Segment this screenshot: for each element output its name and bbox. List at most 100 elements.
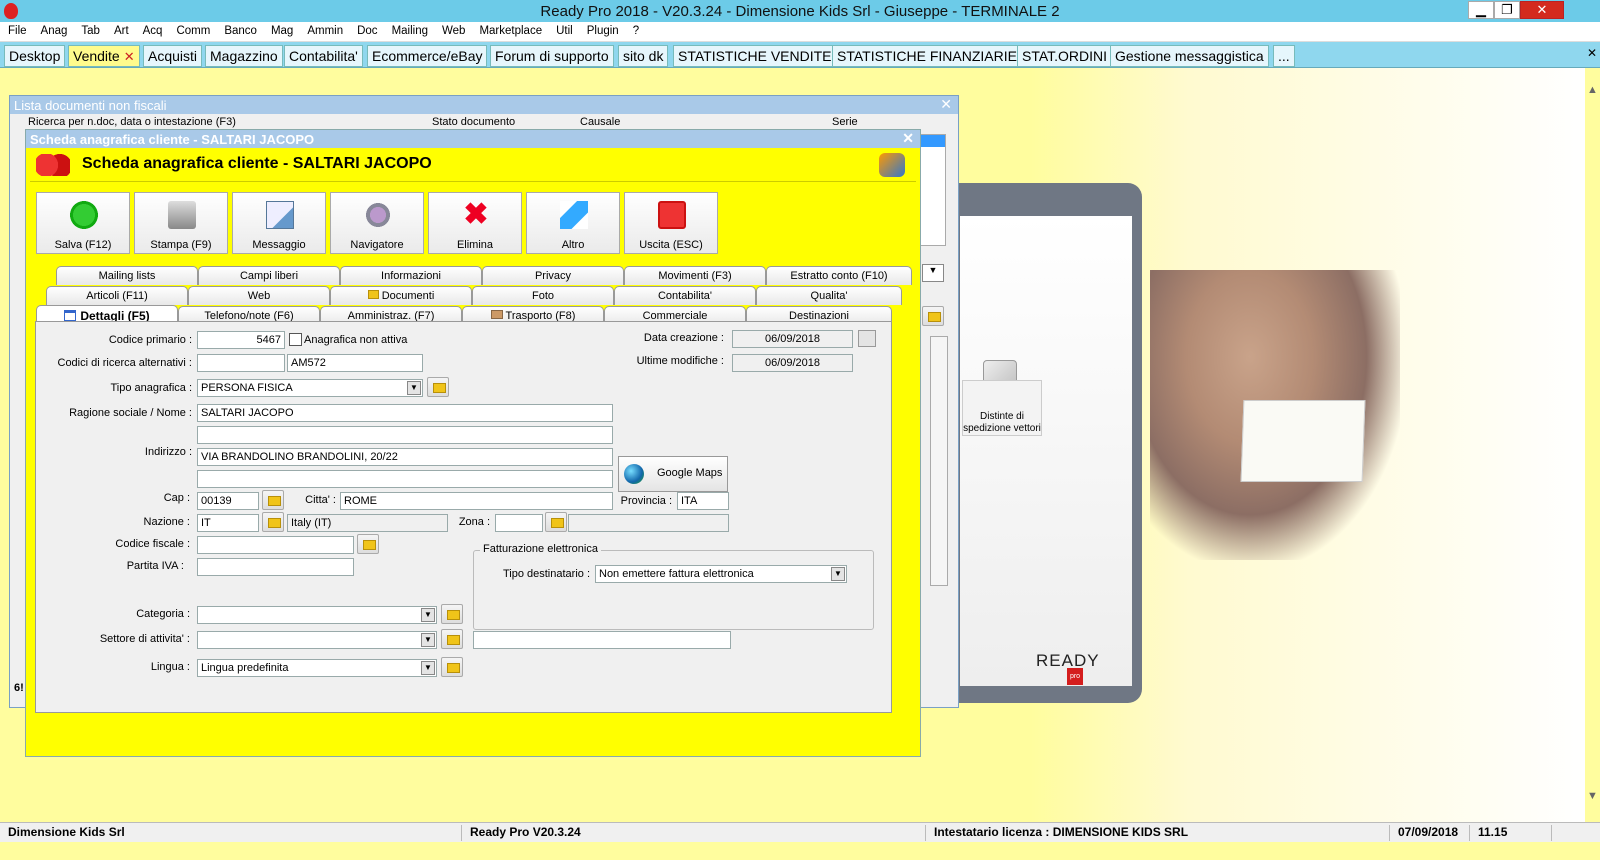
tab-ecommerce[interactable]: Ecommerce/eBay — [367, 45, 488, 67]
codice-alt-2-field[interactable]: AM572 — [287, 354, 423, 372]
chevron-down-icon[interactable]: ▼ — [421, 661, 435, 675]
indirizzo-field[interactable]: VIA BRANDOLINO BRANDOLINI, 20/22 — [197, 448, 613, 466]
elimina-button[interactable]: ✖ Elimina — [428, 192, 522, 254]
tab-magazzino[interactable]: Magazzino — [205, 45, 283, 67]
settore-description-field[interactable] — [473, 631, 731, 649]
partita-iva-field[interactable] — [197, 558, 354, 576]
tab-movimenti[interactable]: Movimenti (F3) — [624, 266, 766, 285]
menu-comm[interactable]: Comm — [168, 22, 216, 37]
scroll-up-icon[interactable]: ▲ — [1587, 84, 1598, 96]
menu-ammin[interactable]: Ammin — [299, 22, 349, 37]
nazione-field[interactable]: IT — [197, 514, 259, 532]
menu-help[interactable]: ? — [625, 22, 645, 37]
menu-util[interactable]: Util — [548, 22, 579, 37]
chevron-down-icon[interactable]: ▼ — [407, 381, 421, 395]
menu-mag[interactable]: Mag — [263, 22, 299, 37]
codice-primario-field[interactable]: 5467 — [197, 331, 285, 349]
lista-dropdown[interactable]: ▼ — [922, 264, 944, 282]
tab-informazioni[interactable]: Informazioni — [340, 266, 482, 285]
nazione-folder-icon[interactable] — [262, 512, 284, 532]
restore-button[interactable]: ❐ — [1494, 1, 1520, 19]
menu-mailing[interactable]: Mailing — [384, 22, 434, 37]
tab-stat-ordini[interactable]: STAT.ORDINI — [1017, 45, 1113, 67]
messaggio-button[interactable]: Messaggio — [232, 192, 326, 254]
menu-marketplace[interactable]: Marketplace — [471, 22, 548, 37]
tab-privacy[interactable]: Privacy — [482, 266, 624, 285]
lingua-folder-icon[interactable] — [441, 657, 463, 677]
tab-foto[interactable]: Foto — [472, 286, 614, 305]
scroll-down-icon[interactable]: ▼ — [1587, 790, 1598, 802]
menu-anag[interactable]: Anag — [33, 22, 74, 37]
tab-campi-liberi[interactable]: Campi liberi — [198, 266, 340, 285]
indirizzo-2-field[interactable] — [197, 470, 613, 488]
tab-forum[interactable]: Forum di supporto — [490, 45, 614, 67]
tab-more[interactable]: ... — [1273, 45, 1295, 67]
tab-articoli[interactable]: Articoli (F11) — [46, 286, 188, 305]
menu-doc[interactable]: Doc — [349, 22, 383, 37]
tab-contabilita-cliente[interactable]: Contabilita' — [614, 286, 756, 305]
google-maps-button[interactable]: Google Maps — [618, 456, 728, 492]
tab-contabilita[interactable]: Contabilita' — [284, 45, 363, 67]
tab-bar-close-icon[interactable]: ✕ — [1587, 46, 1597, 60]
zona-field[interactable] — [495, 514, 543, 532]
salva-button[interactable]: Salva (F12) — [36, 192, 130, 254]
stampa-button[interactable]: Stampa (F9) — [134, 192, 228, 254]
codice-fiscale-field[interactable] — [197, 536, 354, 554]
cap-folder-icon[interactable] — [262, 490, 284, 510]
settore-select[interactable]: ▼ — [197, 631, 437, 649]
tab-vendite[interactable]: Vendite ✕ — [68, 45, 140, 67]
menu-acq[interactable]: Acq — [135, 22, 169, 37]
zona-folder-icon[interactable] — [545, 512, 567, 532]
anagrafica-non-attiva-checkbox[interactable] — [289, 333, 302, 346]
lista-close-icon[interactable]: ✕ — [940, 96, 952, 113]
tab-web[interactable]: Web — [188, 286, 330, 305]
minimize-button[interactable]: ▁ — [1468, 1, 1494, 19]
users-icon[interactable] — [879, 153, 905, 177]
tipo-anagrafica-folder-icon[interactable] — [427, 377, 449, 397]
tab-sito-dk[interactable]: sito dk — [618, 45, 669, 67]
tab-statistiche-vendite[interactable]: STATISTICHE VENDITE — [673, 45, 837, 67]
codice-fiscale-folder-icon[interactable] — [357, 534, 379, 554]
categoria-select[interactable]: ▼ — [197, 606, 437, 624]
uscita-button[interactable]: Uscita (ESC) — [624, 192, 718, 254]
close-button[interactable]: ✕ — [1520, 1, 1564, 19]
tab-mailing-lists[interactable]: Mailing lists — [56, 266, 198, 285]
altro-button[interactable]: Altro — [526, 192, 620, 254]
cap-field[interactable]: 00139 — [197, 492, 259, 510]
tab-documenti[interactable]: Documenti — [330, 286, 472, 305]
menu-plugin[interactable]: Plugin — [579, 22, 625, 37]
tab-desktop[interactable]: Desktop — [4, 45, 66, 67]
lista-folder-icon[interactable] — [922, 306, 944, 326]
tab-estratto-conto[interactable]: Estratto conto (F10) — [766, 266, 912, 285]
tab-statistiche-finanziarie[interactable]: STATISTICHE FINANZIARIE — [832, 45, 1022, 67]
chevron-down-icon[interactable]: ▼ — [421, 633, 435, 647]
scheda-close-icon[interactable]: ✕ — [902, 130, 914, 147]
tab-close-icon[interactable]: ✕ — [124, 49, 135, 64]
settore-folder-icon[interactable] — [441, 629, 463, 649]
tab-gestione-messaggistica[interactable]: Gestione messaggistica — [1110, 45, 1269, 67]
menu-file[interactable]: File — [0, 22, 33, 37]
chevron-down-icon[interactable]: ▼ — [421, 608, 435, 622]
ragione-sociale-field[interactable]: SALTARI JACOPO — [197, 404, 613, 422]
citta-field[interactable]: ROME — [340, 492, 613, 510]
tab-qualita[interactable]: Qualita' — [756, 286, 902, 305]
tab-acquisti[interactable]: Acquisti — [143, 45, 203, 67]
menu-web[interactable]: Web — [434, 22, 471, 37]
lista-scrollbar[interactable] — [930, 336, 948, 586]
menu-tab[interactable]: Tab — [73, 22, 106, 37]
menu-art[interactable]: Art — [106, 22, 135, 37]
ragione-sociale-2-field[interactable] — [197, 426, 613, 444]
menu-banco[interactable]: Banco — [216, 22, 263, 37]
calendar-icon[interactable] — [858, 330, 876, 347]
distinte-spedizione-button[interactable]: Distinte di spedizione vettori — [962, 380, 1042, 436]
lingua-select[interactable]: Lingua predefinita ▼ — [197, 659, 437, 677]
status-date: 07/09/2018 — [1392, 825, 1470, 841]
tipo-destinatario-select[interactable]: Non emettere fattura elettronica ▼ — [595, 565, 847, 583]
chevron-down-icon[interactable]: ▼ — [831, 567, 845, 581]
provincia-field[interactable]: ITA — [677, 492, 729, 510]
codice-alt-1-field[interactable] — [197, 354, 285, 372]
tipo-anagrafica-select[interactable]: PERSONA FISICA ▼ — [197, 379, 423, 397]
desktop-scrollbar[interactable]: ▲ ▼ — [1585, 68, 1600, 836]
navigatore-button[interactable]: Navigatore — [330, 192, 424, 254]
categoria-folder-icon[interactable] — [441, 604, 463, 624]
